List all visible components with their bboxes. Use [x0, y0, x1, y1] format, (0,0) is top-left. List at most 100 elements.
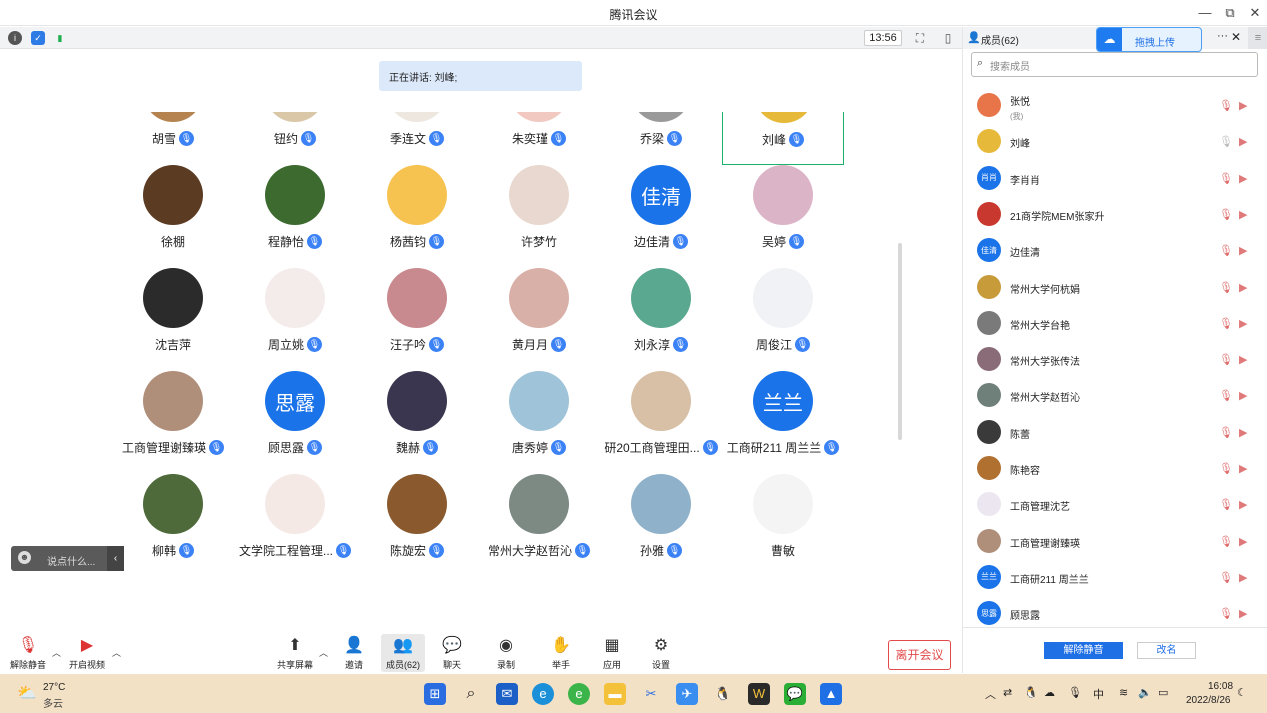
participant-tile[interactable]: 刘永淳 🎙 [600, 268, 722, 371]
volume-icon[interactable]: 🔈 [1138, 686, 1152, 699]
participant-tile[interactable]: 周立姚 🎙 [234, 268, 356, 371]
unmute-button[interactable]: 🎙 解除静音 [8, 636, 48, 671]
member-row[interactable]: 张悦 (我) 🎙 ▶ [963, 87, 1267, 123]
member-mic-icon[interactable]: 🎙 [1219, 535, 1233, 548]
member-camera-icon[interactable]: ▶ [1239, 172, 1247, 185]
participant-tile[interactable]: 沈吉萍 [112, 268, 234, 371]
video-options-icon[interactable]: ︿ [112, 646, 121, 659]
participant-tile[interactable]: 乔梁 🎙 [600, 112, 722, 165]
member-row[interactable]: 工商管理沈艺 🎙 ▶ [963, 486, 1267, 522]
member-camera-icon[interactable]: ▶ [1239, 99, 1247, 112]
participant-tile[interactable]: 黄月月 🎙 [478, 268, 600, 371]
member-row[interactable]: 兰兰 工商研211 周兰兰 🎙 ▶ [963, 559, 1267, 595]
participant-tile[interactable]: 杨茜钧 🎙 [356, 165, 478, 268]
participant-tile[interactable]: 胡雪 🎙 [112, 112, 234, 165]
settings-button[interactable]: ⚙ 设置 [649, 636, 673, 671]
member-mic-icon[interactable]: 🎙 [1219, 317, 1233, 330]
tray-cloud-icon[interactable]: ☁ [1044, 686, 1055, 699]
wechat-icon[interactable]: 💬 [784, 683, 806, 705]
member-mic-icon[interactable]: 🎙 [1219, 281, 1233, 294]
member-camera-icon[interactable]: ▶ [1239, 353, 1247, 366]
participant-tile[interactable]: 魏赫 🎙 [356, 371, 478, 474]
participant-tile[interactable]: 周俊江 🎙 [722, 268, 844, 371]
record-button[interactable]: ◉ 录制 [494, 636, 518, 671]
member-row[interactable]: 佳清 边佳清 🎙 ▶ [963, 232, 1267, 268]
member-mic-icon[interactable]: 🎙 [1219, 244, 1233, 257]
invite-button[interactable]: 👤 邀请 [340, 636, 368, 671]
participant-tile[interactable]: 佳清 边佳清 🎙 [600, 165, 722, 268]
participant-tile[interactable]: 文学院工程管理... 🎙 [234, 474, 356, 570]
member-mic-icon[interactable]: 🎙 [1219, 135, 1233, 148]
member-camera-icon[interactable]: ▶ [1239, 571, 1247, 584]
minimize-button[interactable]: — [1194, 3, 1216, 23]
taskbar-search-icon[interactable]: ⌕ [460, 683, 482, 705]
start-icon[interactable]: ⊞ [424, 683, 446, 705]
chat-input[interactable]: ☻ 说点什么... ‹ [11, 546, 124, 571]
member-row[interactable]: 刘峰 🎙 ▶ [963, 123, 1267, 159]
close-panel-icon[interactable]: ✕ [1231, 30, 1241, 44]
participant-tile[interactable]: 汪子吟 🎙 [356, 268, 478, 371]
member-mic-icon[interactable]: 🎙 [1219, 389, 1233, 402]
grid-scrollbar[interactable] [898, 243, 902, 440]
taskbar-date[interactable]: 2022/8/26 [1186, 695, 1231, 706]
member-camera-icon[interactable]: ▶ [1239, 426, 1247, 439]
member-camera-icon[interactable]: ▶ [1239, 389, 1247, 402]
participant-tile[interactable]: 陈旋宏 🎙 [356, 474, 478, 570]
tray-expand-icon[interactable]: ︿ [985, 686, 996, 702]
participant-tile[interactable]: 朱奕瑾 🎙 [478, 112, 600, 165]
member-camera-icon[interactable]: ▶ [1239, 498, 1247, 511]
apps-button[interactable]: ▦ 应用 [600, 636, 624, 671]
emoji-icon[interactable]: ☻ [18, 551, 31, 564]
fullscreen-icon[interactable]: ⛶ [912, 30, 928, 46]
participant-tile[interactable]: 季连文 🎙 [356, 112, 478, 165]
member-camera-icon[interactable]: ▶ [1239, 135, 1247, 148]
unmute-self-button[interactable]: 解除静音 [1044, 642, 1123, 659]
layout-icon[interactable]: ▯ [940, 30, 956, 46]
member-row[interactable]: 常州大学何杭娟 🎙 ▶ [963, 269, 1267, 305]
member-row[interactable]: 陈蕾 🎙 ▶ [963, 414, 1267, 450]
member-row[interactable]: 21商学院MEM张家升 🎙 ▶ [963, 196, 1267, 232]
member-search-input[interactable]: ⌕ 搜索成员 [971, 52, 1258, 77]
member-row[interactable]: 陈艳容 🎙 ▶ [963, 450, 1267, 486]
feedback-icon[interactable]: ✈ [676, 683, 698, 705]
member-mic-icon[interactable]: 🎙 [1219, 462, 1233, 475]
tray-mic-icon[interactable]: 🎙 [1068, 686, 1082, 699]
mail-icon[interactable]: ✉ [496, 683, 518, 705]
member-row[interactable]: 常州大学张传法 🎙 ▶ [963, 341, 1267, 377]
share-screen-button[interactable]: ⬆ 共享屏幕 [276, 636, 314, 671]
participant-tile[interactable]: 唐秀婷 🎙 [478, 371, 600, 474]
member-mic-icon[interactable]: 🎙 [1219, 172, 1233, 185]
tencent-meeting-icon[interactable]: ▲ [820, 683, 842, 705]
participant-tile[interactable]: 研20工商管理田... 🎙 [600, 371, 722, 474]
folder-icon[interactable]: ▬ [604, 683, 626, 705]
shield-icon[interactable]: ✓ [31, 31, 45, 45]
member-mic-icon[interactable]: 🎙 [1219, 571, 1233, 584]
member-row[interactable]: 思露 顾思露 🎙 ▶ [963, 595, 1267, 627]
taskbar-time[interactable]: 16:08 [1208, 681, 1233, 692]
raise-hand-button[interactable]: ✋ 举手 [549, 636, 573, 671]
participant-tile[interactable]: 思露 顾思露 🎙 [234, 371, 356, 474]
participant-tile[interactable]: 常州大学赵哲沁 🎙 [478, 474, 600, 570]
tray-qq-icon[interactable]: 🐧 [1024, 686, 1038, 699]
participant-tile[interactable]: 柳韩 🎙 [112, 474, 234, 570]
member-mic-icon[interactable]: 🎙 [1219, 607, 1233, 620]
notification-icon[interactable]: ☾ [1237, 686, 1247, 699]
audio-options-icon[interactable]: ︿ [52, 646, 61, 659]
member-camera-icon[interactable]: ▶ [1239, 462, 1247, 475]
member-camera-icon[interactable]: ▶ [1239, 607, 1247, 620]
more-icon[interactable]: ··· [1217, 30, 1228, 42]
member-camera-icon[interactable]: ▶ [1239, 317, 1247, 330]
members-button[interactable]: 👥 成员(62) [381, 634, 425, 672]
participant-tile[interactable]: 刘峰 🎙 [722, 112, 844, 165]
ie-icon[interactable]: e [568, 683, 590, 705]
participant-tile[interactable]: 许梦竹 [478, 165, 600, 268]
member-camera-icon[interactable]: ▶ [1239, 281, 1247, 294]
participant-tile[interactable]: 程静怡 🎙 [234, 165, 356, 268]
participant-tile[interactable]: 徐棚 [112, 165, 234, 268]
member-mic-icon[interactable]: 🎙 [1219, 498, 1233, 511]
edge-icon[interactable]: e [532, 683, 554, 705]
info-icon[interactable]: i [8, 31, 22, 45]
battery-icon[interactable]: ▭ [1158, 686, 1168, 699]
close-button[interactable]: ✕ [1244, 3, 1266, 23]
participant-tile[interactable]: 钮约 🎙 [234, 112, 356, 165]
